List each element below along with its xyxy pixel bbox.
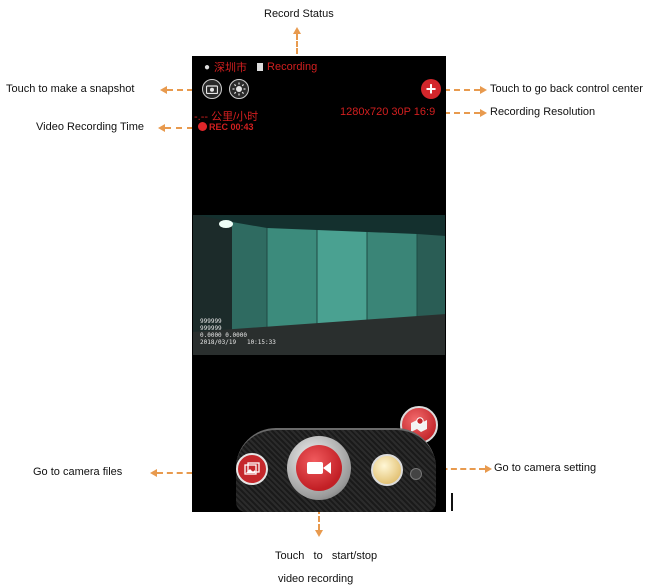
sd-card-icon [257,63,264,71]
record-state-text: Recording [267,61,318,73]
snapshot-button[interactable] [202,79,222,99]
small-toggle-button[interactable] [410,468,422,480]
camera-setting-label: Go to camera setting [494,462,597,474]
osd-line: 0.0000 0.0000 [200,332,247,339]
start-stop-recording-button[interactable] [287,436,351,500]
record-status-label: Record Status [264,8,334,20]
location-text: 深圳市 [214,62,248,74]
control-bar [236,428,436,512]
brightness-button[interactable] [229,79,249,99]
dash-line [165,127,193,129]
osd-timestamp: 2018/03/19 10:15:33 [200,339,276,346]
sun-icon [232,82,246,96]
arrow-left-icon [150,469,157,477]
back-control-center-button[interactable]: + [421,79,441,99]
rec-indicator-icon [198,122,207,131]
dash-line [444,89,480,91]
dash-line [296,34,298,54]
recording-resolution-label: Recording Resolution [490,106,596,118]
arrow-right-icon [480,86,487,94]
dash-line [444,112,480,114]
video-camera-icon [307,462,331,474]
record-status-bar: ● 深圳市 Recording [204,59,317,75]
arrow-right-icon [485,465,492,473]
camera-files-label: Go to camera files [33,466,123,478]
video-preview: 999999 999999 0.0000 0.0000 2018/03/19 1… [192,214,446,356]
recording-time: REC 00:43 [209,122,254,132]
arrow-left-icon [158,124,165,132]
arrow-up-icon [293,27,301,34]
dash-line [167,89,193,91]
plus-icon: + [425,79,437,99]
arrow-right-icon [480,109,487,117]
start-stop-label-line1: Touch to start/stop [275,550,378,562]
record-button-face [296,445,342,491]
arrow-left-icon [160,86,167,94]
recording-resolution: 1280x720 30P 16:9 [340,106,436,118]
map-pin-icon: ● [204,61,211,73]
snapshot-label: Touch to make a snapshot [6,83,135,95]
camera-icon [206,85,218,94]
gallery-icon [244,462,260,475]
camera-setting-button[interactable] [371,454,403,486]
recording-time-label: Video Recording Time [36,121,145,133]
osd-line: 999999 [200,325,222,332]
back-control-center-label: Touch to go back control center [490,83,643,95]
app-screen: ● 深圳市 Recording + -.-- 公里/小时 1280x720 30… [192,56,446,512]
text-cursor [451,493,453,511]
camera-files-button[interactable] [236,453,268,485]
osd-line: 999999 [200,318,222,325]
start-stop-label-line2: video recording [278,573,354,585]
arrow-down-icon [315,530,323,537]
